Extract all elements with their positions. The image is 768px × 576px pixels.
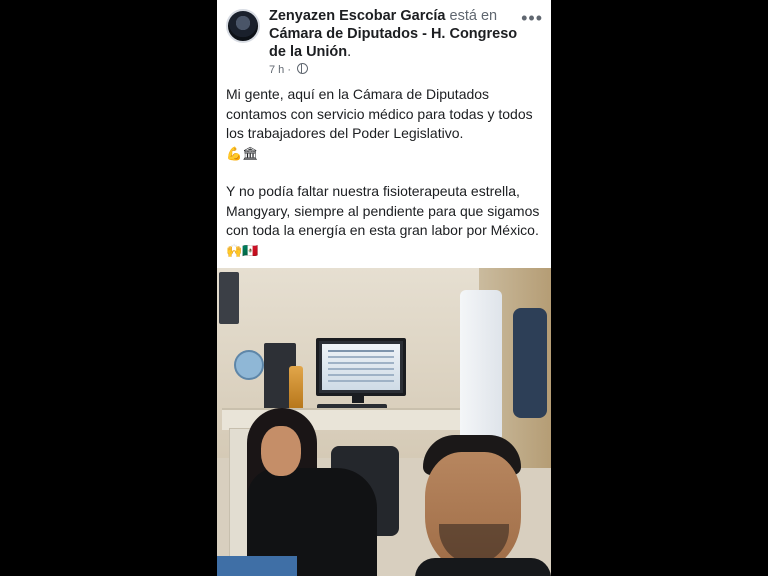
avatar[interactable] <box>226 9 260 43</box>
emoji-group-2: 🙌🇲🇽 <box>226 242 259 258</box>
post-paragraph-2: Y no podía faltar nuestra fisioterapeuta… <box>226 182 542 260</box>
man-body <box>415 558 551 576</box>
paper-dispenser <box>219 272 239 324</box>
monitor <box>316 338 406 396</box>
desk-fan <box>234 350 264 380</box>
woman-face <box>261 426 301 476</box>
post-text: Mi gente, aquí en la Cámara de Diputados… <box>226 85 542 279</box>
post-paragraph-2-text: Y no podía faltar nuestra fisioterapeuta… <box>226 183 540 238</box>
author-name[interactable]: Zenyazen Escobar García <box>269 8 446 24</box>
post-paragraph-1-text: Mi gente, aquí en la Cámara de Diputados… <box>226 86 533 141</box>
monitor-screen <box>322 344 400 390</box>
post-paragraph-1: Mi gente, aquí en la Cámara de Diputados… <box>226 85 542 163</box>
location-connector: está en <box>449 8 498 24</box>
emoji-group-1: 💪🏛 <box>226 145 259 161</box>
location-end: . <box>347 44 352 60</box>
backpack <box>513 308 547 418</box>
monitor-stand <box>352 393 364 403</box>
post-time[interactable]: 7 h · <box>269 64 291 76</box>
location-link[interactable]: Cámara de Diputados - H. Congreso de la … <box>269 26 517 60</box>
more-options-icon[interactable]: ••• <box>521 8 543 29</box>
bottle <box>289 366 303 410</box>
white-coat <box>460 290 502 438</box>
facebook-post: Zenyazen Escobar García está en Cámara d… <box>217 0 551 576</box>
post-author-line: Zenyazen Escobar García está en Cámara d… <box>269 7 519 61</box>
post-photo[interactable] <box>217 268 551 576</box>
globe-icon <box>297 63 309 74</box>
blue-object <box>217 556 297 576</box>
post-meta: 7 h · <box>269 63 309 76</box>
post-header: Zenyazen Escobar García está en Cámara d… <box>217 0 551 78</box>
